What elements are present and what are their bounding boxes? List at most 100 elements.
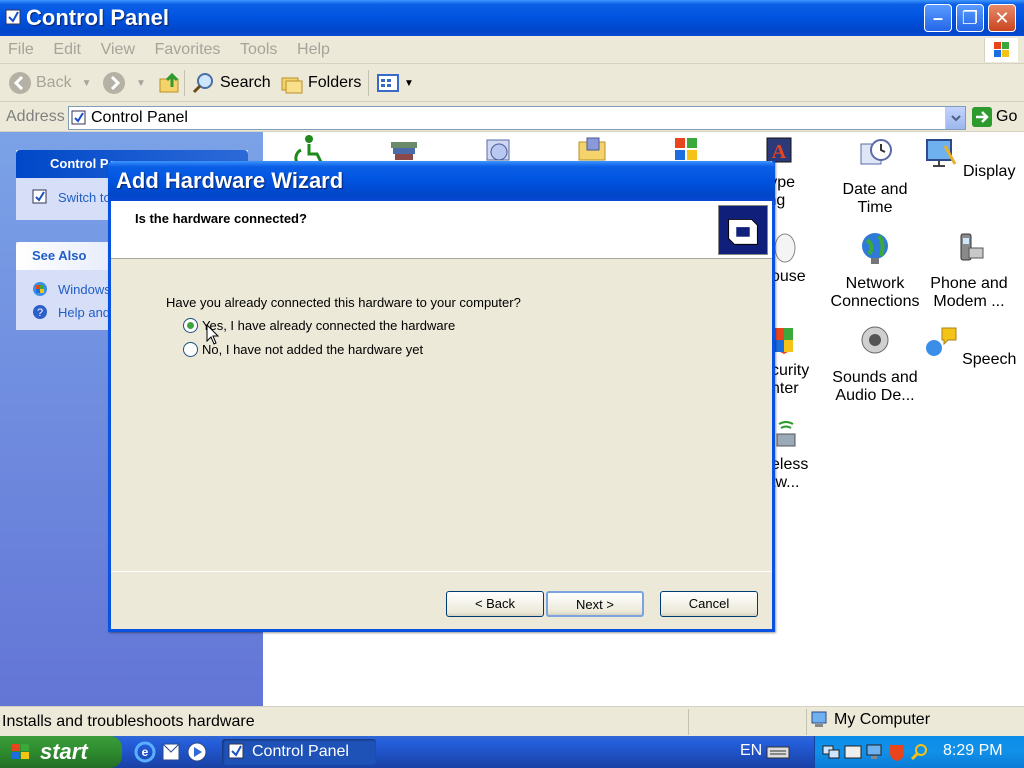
- speech-icon: [925, 327, 957, 356]
- search-tray-icon[interactable]: [909, 742, 929, 762]
- status-text: Installs and troubleshoots hardware: [2, 713, 255, 730]
- cp-item-security-center[interactable]: curity nter: [771, 362, 821, 398]
- back-button[interactable]: Back ▼: [8, 70, 91, 96]
- cp-item-speech[interactable]: Speech: [921, 324, 1017, 369]
- menu-help[interactable]: Help: [289, 36, 338, 64]
- add-hardware-wizard-dialog: Add Hardware Wizard Is the hardware conn…: [108, 161, 775, 632]
- cp-item-label: Phone and Modem ...: [930, 275, 1008, 310]
- language-indicator[interactable]: EN: [740, 742, 762, 760]
- cp-item-sounds-audio[interactable]: Sounds and Audio De...: [827, 324, 923, 405]
- cp-item-date-time[interactable]: Date and Time: [827, 136, 923, 217]
- address-bar: Address Control Panel Go: [0, 102, 1024, 132]
- taskbar-control-panel-button[interactable]: Control Panel: [222, 739, 376, 765]
- add-hardware-icon[interactable]: [387, 136, 423, 162]
- search-icon: [192, 73, 213, 94]
- menu-edit[interactable]: Edit: [45, 36, 89, 64]
- automatic-updates-icon[interactable]: [669, 134, 705, 164]
- address-dropdown-button[interactable]: [945, 107, 965, 129]
- back-button[interactable]: < Back: [446, 591, 544, 617]
- cp-item-label: Network Connections: [830, 275, 920, 310]
- control-panel-icon: [228, 743, 244, 759]
- cp-item-label: ouse: [771, 268, 806, 285]
- status-bar: Installs and troubleshoots hardware My C…: [0, 706, 1024, 736]
- maximize-button[interactable]: ❐: [956, 4, 984, 32]
- menu-view[interactable]: View: [93, 36, 143, 64]
- add-remove-programs-icon[interactable]: [481, 134, 517, 164]
- svg-text:?: ?: [37, 307, 43, 319]
- close-button[interactable]: ✕: [988, 4, 1016, 32]
- chevron-down-icon: [951, 115, 961, 122]
- speaker-icon: [861, 326, 889, 354]
- display-tray-icon[interactable]: [865, 742, 885, 762]
- cancel-button[interactable]: Cancel: [660, 591, 758, 617]
- go-arrow-icon: [972, 107, 992, 127]
- back-dropdown-icon[interactable]: ▼: [82, 78, 92, 89]
- media-player-icon[interactable]: [186, 741, 208, 763]
- dialog-header: Is the hardware connected?: [111, 201, 772, 259]
- forward-dropdown-icon[interactable]: ▼: [136, 78, 146, 89]
- folders-button[interactable]: Folders: [280, 70, 361, 96]
- views-dropdown-icon[interactable]: ▼: [404, 78, 414, 89]
- address-input[interactable]: Control Panel: [68, 106, 966, 130]
- menu-file[interactable]: File: [0, 36, 42, 64]
- security-center-icon[interactable]: [773, 324, 795, 356]
- dialog-heading: Is the hardware connected?: [135, 211, 307, 226]
- cp-item-label: curity nter: [771, 362, 810, 397]
- administrative-tools-icon[interactable]: [575, 134, 611, 164]
- search-button[interactable]: Search: [192, 70, 271, 96]
- cp-item-phone-modem[interactable]: Phone and Modem ...: [921, 230, 1017, 311]
- cp-item-label: eless tw...: [771, 456, 809, 491]
- address-label: Address: [6, 108, 65, 125]
- phone-icon: [960, 233, 984, 261]
- standard-toolbar: Back ▼ ▼ Search Folders ▼: [0, 64, 1024, 102]
- cp-item-network-connections[interactable]: Network Connections: [827, 230, 923, 311]
- back-arrow-icon: [9, 72, 31, 94]
- windows-update-icon: [33, 282, 47, 296]
- dialog-title: Add Hardware Wizard: [116, 168, 344, 193]
- keyboard-icon[interactable]: [766, 744, 790, 760]
- cp-item-display[interactable]: Display: [921, 136, 1017, 181]
- up-folder-button[interactable]: [158, 70, 186, 96]
- control-panel-icon: [5, 9, 21, 25]
- cp-item-wireless-network[interactable]: eless tw...: [771, 456, 821, 492]
- views-button[interactable]: ▼: [376, 70, 414, 96]
- next-button[interactable]: Next >: [546, 591, 644, 617]
- menu-favorites[interactable]: Favorites: [147, 36, 229, 64]
- mouse-icon[interactable]: [773, 232, 797, 264]
- go-button[interactable]: Go: [972, 107, 1017, 127]
- cp-item-label: Display: [962, 163, 1016, 180]
- outlook-express-icon[interactable]: [160, 741, 182, 763]
- forward-button[interactable]: ▼: [102, 70, 146, 96]
- dialog-title-bar[interactable]: Add Hardware Wizard: [108, 161, 775, 201]
- cp-item-label: Date and Time: [842, 181, 908, 216]
- clock-icon: [860, 139, 892, 165]
- taskbar: start e Control Panel EN 8:29 PM: [0, 736, 1024, 768]
- menu-bar: File Edit View Favorites Tools Help: [0, 36, 1024, 64]
- hardware-tray-icon[interactable]: [843, 742, 863, 762]
- radio-no-input[interactable]: [183, 342, 198, 357]
- minimize-button[interactable]: –: [924, 4, 952, 32]
- windows-logo-icon: [984, 38, 1018, 62]
- cp-item-mouse[interactable]: ouse: [771, 268, 821, 286]
- accessibility-icon[interactable]: [291, 134, 327, 164]
- internet-explorer-icon[interactable]: e: [134, 741, 156, 763]
- menu-tools[interactable]: Tools: [232, 36, 285, 64]
- title-bar[interactable]: Control Panel – ❐ ✕: [0, 0, 1024, 36]
- status-zone: My Computer: [810, 711, 930, 729]
- views-icon: [377, 74, 399, 92]
- start-button[interactable]: start: [0, 736, 122, 768]
- dialog-separator: [111, 571, 772, 572]
- wireless-network-icon[interactable]: [773, 420, 799, 450]
- cp-item-label: Speech: [962, 351, 1017, 368]
- network-tray-icon[interactable]: [821, 742, 841, 762]
- network-globe-icon: [862, 233, 888, 264]
- clock[interactable]: 8:29 PM: [943, 742, 1003, 760]
- svg-text:A: A: [772, 141, 787, 163]
- system-tray: 8:29 PM: [814, 736, 1024, 768]
- forward-arrow-icon: [103, 72, 125, 94]
- my-computer-icon: [811, 711, 827, 727]
- security-tray-icon[interactable]: [887, 742, 907, 762]
- radio-yes-connected[interactable]: Yes, I have already connected the hardwa…: [183, 318, 455, 333]
- radio-yes-input[interactable]: [183, 318, 198, 333]
- cp-item-label: Sounds and Audio De...: [832, 369, 918, 404]
